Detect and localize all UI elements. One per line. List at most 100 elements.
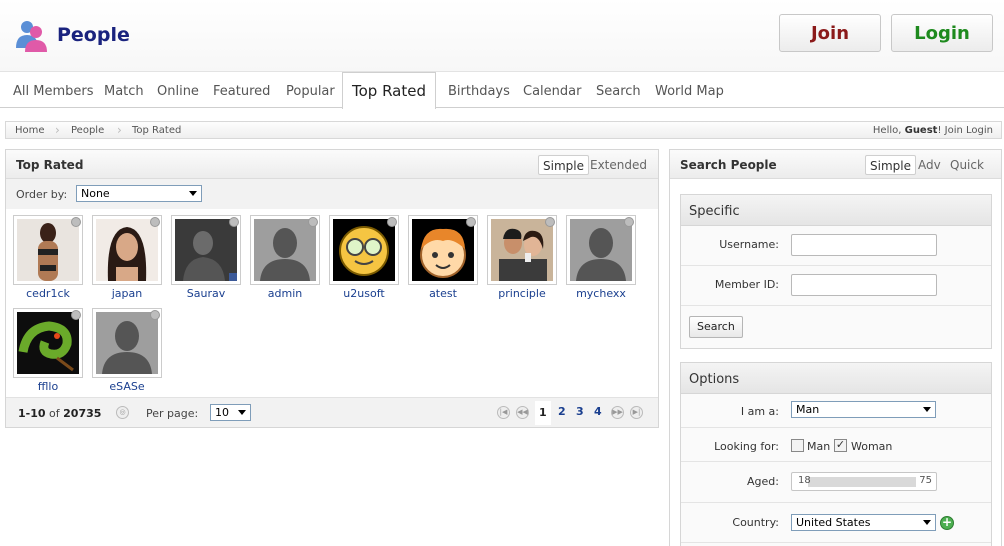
member-name[interactable]: u2usoft [323, 287, 405, 300]
top-rated-panel: Top Rated Simple Extended Order by: None… [5, 149, 659, 428]
tab-birthdays[interactable]: Birthdays [448, 84, 510, 99]
tab-search[interactable]: Search [596, 84, 641, 99]
breadcrumb-people[interactable]: People [71, 125, 104, 136]
last-page-icon[interactable]: ▶| [630, 406, 643, 419]
offline-status-icon [229, 217, 239, 227]
tab-online[interactable]: Online [157, 84, 199, 99]
age-min[interactable]: 18 [798, 475, 811, 486]
page-4[interactable]: 4 [594, 405, 602, 418]
tab-world-map[interactable]: World Map [655, 84, 724, 99]
panel-header: Top Rated Simple Extended [6, 150, 658, 179]
member-card[interactable]: Saurav [171, 215, 241, 301]
member-name[interactable]: principle [481, 287, 563, 300]
member-card[interactable]: atest [408, 215, 478, 301]
tab-featured[interactable]: Featured [213, 84, 270, 99]
username-row: Username: [681, 226, 991, 266]
i-am-select[interactable]: Man [791, 401, 936, 418]
search-button[interactable]: Search [689, 316, 743, 338]
looking-for-label: Looking for: [714, 440, 779, 453]
per-page-select[interactable]: 10 [210, 404, 251, 421]
member-card[interactable]: mychexx [566, 215, 636, 301]
member-name[interactable]: mychexx [560, 287, 642, 300]
member-card[interactable]: admin [250, 215, 320, 301]
country-value: United States [796, 516, 871, 529]
tab-top-rated[interactable]: Top Rated [342, 72, 436, 109]
order-bar: Order by: None [6, 179, 658, 209]
tab-match[interactable]: Match [104, 84, 144, 99]
member-name[interactable]: atest [402, 287, 484, 300]
member-card[interactable]: japan [92, 215, 162, 301]
per-page-value: 10 [215, 406, 229, 419]
photo-woman-bikini-icon [17, 219, 79, 281]
member-name[interactable]: admin [244, 287, 326, 300]
top-nav: All Members Match Online Featured Popula… [0, 72, 1004, 109]
country-select[interactable]: United States [791, 514, 936, 531]
aged-row: Aged: 18 75 [681, 462, 991, 503]
site-title: People [57, 24, 130, 46]
search-simple-tab[interactable]: Simple [865, 155, 916, 175]
tab-all-members[interactable]: All Members [13, 84, 94, 99]
tab-popular[interactable]: Popular [286, 84, 335, 99]
login-button[interactable]: Login [891, 14, 993, 52]
i-am-value: Man [796, 403, 820, 416]
rss-icon[interactable]: ◎ [116, 406, 129, 419]
prev-page-icon[interactable]: ◀◀ [516, 406, 529, 419]
cartoon-glasses-face-icon [333, 219, 395, 281]
member-card[interactable]: cedr1ck [13, 215, 83, 301]
pagination-bar: 1-10 of 20735 ◎ Per page: 10 |◀ ◀◀ 1 2 3… [6, 397, 658, 427]
next-page-icon[interactable]: ▶▶ [611, 406, 624, 419]
view-simple-tab[interactable]: Simple [538, 155, 589, 175]
breadcrumb-home[interactable]: Home [15, 125, 45, 136]
greeting-user: Guest [904, 125, 938, 136]
options-section: Options I am a: Man Looking for: Man ✓ W… [680, 362, 992, 546]
username-input[interactable] [791, 234, 937, 256]
cartoon-boy-face-icon [412, 219, 474, 281]
looking-woman-label: Woman [851, 440, 893, 453]
member-card[interactable]: ffllo [13, 308, 83, 394]
member-card[interactable]: u2usoft [329, 215, 399, 301]
add-country-icon[interactable]: + [940, 516, 954, 530]
greeting-login-link[interactable]: Login [966, 125, 993, 136]
breadcrumb-separator-icon: › [55, 123, 60, 137]
member-card[interactable]: principle [487, 215, 557, 301]
greeting-prefix: Hello, [872, 125, 905, 136]
age-max[interactable]: 75 [919, 475, 932, 486]
join-button[interactable]: Join [779, 14, 881, 52]
member-name[interactable]: japan [86, 287, 168, 300]
panel-title: Top Rated [16, 158, 84, 172]
per-page-label: Per page: [146, 407, 199, 420]
greeting-join-link[interactable]: Join [945, 125, 963, 136]
first-page-icon[interactable]: |◀ [497, 406, 510, 419]
looking-for-row: Looking for: Man ✓ Woman [681, 428, 991, 462]
photo-dark-icon [175, 219, 237, 281]
looking-man-label: Man [807, 440, 831, 453]
member-id-input[interactable] [791, 274, 937, 296]
member-name[interactable]: cedr1ck [7, 287, 89, 300]
member-name[interactable]: eSASe [86, 380, 168, 393]
looking-man-checkbox[interactable] [791, 439, 804, 452]
offline-status-icon [624, 217, 634, 227]
dropdown-arrow-icon [923, 520, 931, 525]
search-people-panel: Search People Simple Adv Quick Specific … [669, 149, 1002, 546]
age-range-slider[interactable]: 18 75 [791, 472, 937, 491]
page-3[interactable]: 3 [576, 405, 584, 418]
offline-status-icon [545, 217, 555, 227]
specific-heading: Specific [681, 195, 991, 226]
page-2[interactable]: 2 [558, 405, 566, 418]
tab-calendar[interactable]: Calendar [523, 84, 581, 99]
search-quick-tab[interactable]: Quick [946, 155, 988, 175]
member-name[interactable]: ffllo [7, 380, 89, 393]
order-by-select[interactable]: None [76, 185, 202, 202]
member-id-label: Member ID: [714, 278, 779, 291]
photo-chameleon-icon [17, 312, 79, 374]
photo-couple-icon [491, 219, 553, 281]
view-extended-tab[interactable]: Extended [586, 155, 651, 175]
search-panel-title: Search People [680, 158, 777, 172]
member-card[interactable]: eSASe [92, 308, 162, 394]
looking-woman-checkbox[interactable]: ✓ [834, 439, 847, 452]
search-adv-tab[interactable]: Adv [914, 155, 945, 175]
greeting-suffix: ! [937, 125, 945, 136]
breadcrumb-separator-icon: › [117, 123, 122, 137]
member-name[interactable]: Saurav [165, 287, 247, 300]
dropdown-arrow-icon [238, 410, 246, 415]
